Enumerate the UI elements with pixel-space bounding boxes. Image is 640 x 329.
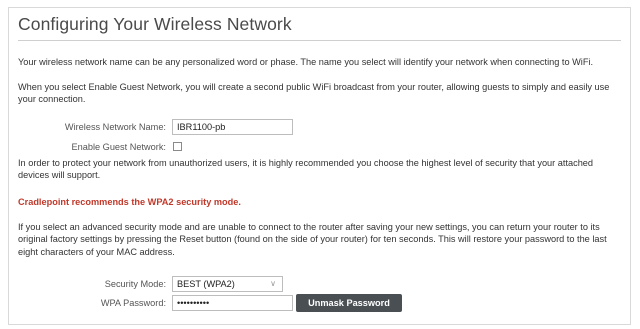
guest-network-label: Enable Guest Network: bbox=[71, 142, 166, 152]
wpa-password-label: WPA Password: bbox=[100, 298, 166, 308]
network-name-description: Your wireless network name can be any pe… bbox=[18, 57, 594, 67]
unmask-password-button[interactable]: Unmask Password bbox=[296, 294, 402, 312]
chevron-down-icon: ∨ bbox=[270, 279, 276, 288]
security-mode-value: BEST (WPA2) bbox=[177, 279, 235, 289]
guest-network-checkbox[interactable] bbox=[173, 142, 182, 151]
security-mode-select[interactable]: BEST (WPA2) ∨ bbox=[172, 276, 283, 292]
security-recommendation-text: In order to protect your network from un… bbox=[18, 158, 594, 181]
title-divider bbox=[18, 40, 621, 41]
wpa2-recommendation: Cradlepoint recommends the WPA2 security… bbox=[18, 197, 241, 207]
page-title: Configuring Your Wireless Network bbox=[18, 14, 292, 34]
ssid-input[interactable]: IBR1100-pb bbox=[172, 119, 293, 135]
security-mode-label: Security Mode: bbox=[104, 279, 166, 289]
guest-network-description: When you select Enable Guest Network, yo… bbox=[18, 82, 610, 105]
wpa-password-input[interactable]: •••••••••• bbox=[172, 295, 293, 311]
reset-instructions: If you select an advanced security mode … bbox=[18, 222, 607, 257]
ssid-label: Wireless Network Name: bbox=[64, 122, 166, 132]
